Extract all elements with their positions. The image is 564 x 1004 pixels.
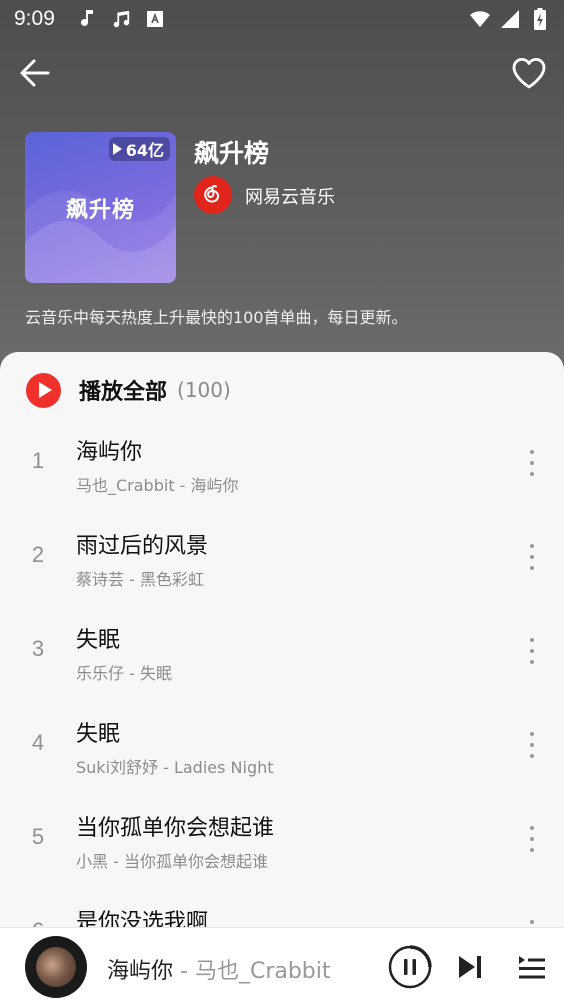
play-count-badge: 64亿 [108,137,170,161]
playlist-queue-button[interactable] [515,952,547,982]
play-all-label: 播放全部 [79,380,168,405]
song-subtitle: 蔡诗芸 - 黑色彩虹 [76,570,204,589]
song-subtitle: 马也_Crabbit - 海屿你 [76,476,239,495]
playlist-description[interactable]: 云音乐中每天热度上升最快的100首单曲，每日更新。 [25,304,408,328]
now-playing-song: 海屿你 [107,959,174,984]
wifi-icon [470,9,490,29]
pause-button[interactable] [387,944,433,990]
play-count-icon [112,143,122,155]
cover-title: 飙升榜 [65,198,135,223]
status-notification-icons [77,9,165,29]
song-subtitle: 小黑 - 当你孤单你会想起谁 [76,852,268,871]
more-options-icon[interactable] [520,540,544,574]
play-circle-icon [26,372,61,408]
playlist-title: 飙升榜 [194,139,270,168]
signal-icon [500,9,520,29]
song-index: 2 [31,542,45,567]
mini-player[interactable]: 海屿你 - 马也_Crabbit [0,927,564,1004]
song-index: 4 [31,730,45,755]
skip-next-icon [459,956,481,978]
song-title: 雨过后的风景 [76,534,209,559]
battery-charging-icon [530,8,550,30]
status-time: 9:09 [14,7,55,30]
now-playing-text[interactable]: 海屿你 - 马也_Crabbit [107,953,331,985]
song-subtitle: Suki刘舒妤 - Ladies Night [76,758,274,777]
more-options-icon[interactable] [520,822,544,856]
song-row[interactable]: 4 失眠 Suki刘舒妤 - Ladies Night [0,698,564,792]
song-list: 1 海屿你 马也_Crabbit - 海屿你 2 雨过后的风景 蔡诗芸 - 黑色… [0,416,564,927]
keyboard-a-icon [145,9,165,29]
song-title: 失眠 [76,628,121,653]
song-row[interactable]: 2 雨过后的风景 蔡诗芸 - 黑色彩虹 [0,510,564,604]
song-row[interactable]: 3 失眠 乐乐仔 - 失眠 [0,604,564,698]
favorite-button[interactable] [510,54,548,92]
album-art [36,947,76,987]
song-index: 1 [31,448,45,473]
song-index: 6 [0,918,76,927]
pause-icon [388,945,432,989]
now-playing-artist: 马也_Crabbit [194,959,331,984]
heart-outline-icon [512,57,546,89]
arrow-left-icon [20,59,50,87]
playlist-cover[interactable]: 64亿 飙升榜 [25,132,176,283]
play-all-count: (100) [177,378,231,402]
more-options-icon[interactable] [520,916,544,927]
playlist-screen: 9:09 64亿 飙升榜 飙升榜 网易云音乐 云音乐中每天热度上升最快的100首… [0,0,564,1004]
song-index: 5 [31,824,45,849]
status-system-icons [470,8,550,30]
music-note-icon [77,9,97,29]
song-subtitle: 乐乐仔 - 失眠 [76,664,172,683]
more-options-icon[interactable] [520,446,544,480]
now-playing-separator: - [173,959,195,984]
play-count: 64亿 [125,141,164,160]
song-list-panel: 播放全部 (100) 1 海屿你 马也_Crabbit - 海屿你 2 雨过后的… [0,352,564,927]
song-index: 3 [31,636,45,661]
netease-logo-icon[interactable] [194,176,232,214]
more-options-icon[interactable] [520,634,544,668]
more-options-icon[interactable] [520,728,544,762]
creator-name[interactable]: 网易云音乐 [245,183,335,209]
song-row[interactable]: 1 海屿你 马也_Crabbit - 海屿你 [0,416,564,510]
status-bar: 9:09 [0,0,564,38]
next-button[interactable] [455,952,485,982]
album-disc[interactable] [25,936,87,998]
playlist-queue-icon [519,956,545,979]
song-title: 当你孤单你会想起谁 [76,816,275,841]
song-title: 海屿你 [76,440,143,465]
song-row[interactable]: 5 当你孤单你会想起谁 小黑 - 当你孤单你会想起谁 [0,792,564,886]
song-title: 是你没选我啊 [76,910,209,927]
song-row[interactable]: 6 是你没选我啊 [0,886,564,927]
back-button[interactable] [16,54,54,92]
music-notes-icon [111,9,131,29]
song-title: 失眠 [76,722,121,747]
